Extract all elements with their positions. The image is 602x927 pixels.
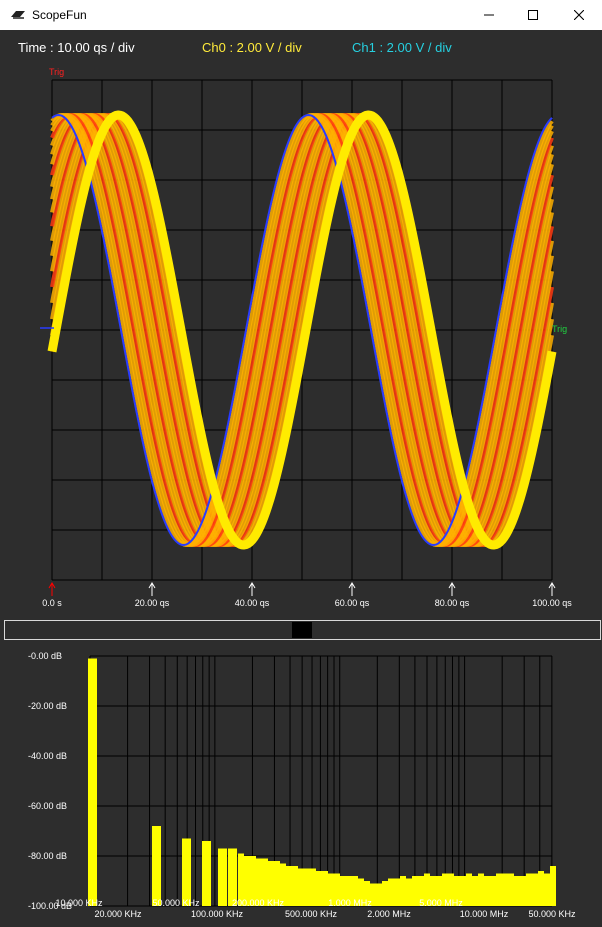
spectrum-bar [550,866,556,906]
spectrum-bar [514,876,520,906]
spectrum-bar [538,871,544,906]
time-tick-label: 80.00 qs [435,598,470,608]
spectrum-bar [472,876,478,906]
minimize-button[interactable] [466,0,512,30]
spectrum-bar [304,868,310,906]
spectrum-bar [394,878,400,906]
spectrum-bar [218,848,227,906]
spectrum-bar [400,876,406,906]
spectrum-x-label: 10.000 MHz [460,909,509,919]
spectrum-bars [88,658,556,906]
time-scrollbar[interactable] [4,620,601,640]
spectrum-x-label: 200.000 KHz [232,898,285,908]
time-tick-arrow [548,582,556,596]
spectrum-bar [484,876,490,906]
trigger-label: Trig [49,67,64,77]
spectrum-x-label: 2.000 MHz [367,909,411,919]
spectrum-bar [532,873,538,906]
trigger-level-label: Trig [552,324,567,334]
spectrum-bar [544,873,550,906]
spectrum-bar [388,878,394,906]
spectrum-bar [376,883,382,906]
time-tick-arrow [248,582,256,596]
spectrum-bar [298,868,304,906]
spectrum-bar [316,871,322,906]
time-tick-label: 100.00 qs [532,598,572,608]
scope-display[interactable]: Time : 10.00 qs / div Ch0 : 2.00 V / div… [0,30,602,927]
spectrum-bar [152,826,161,906]
time-tick-label: 40.00 qs [235,598,270,608]
spectrum-bar [502,873,508,906]
spectrum-x-label: 100.000 KHz [191,909,244,919]
time-tick-arrow [348,582,356,596]
scope-icon [11,11,25,19]
spectrum-x-label: 50.000 KHz [528,909,576,919]
time-tick-arrow [148,582,156,596]
spectrum-bar [382,881,388,906]
spectrum-bar [496,873,502,906]
spectrum-bar [202,841,211,906]
spectrum-x-label: 20.000 KHz [94,909,142,919]
time-domain-plot[interactable]: Trig Trig 0.0 s 20.00 qs 40.00 qs 60.00 qs 8… [0,30,602,927]
close-icon [574,10,584,20]
spectrum-bar [490,876,496,906]
spectrum-bar [412,876,418,906]
spectrum-y-label: -80.00 dB [28,851,67,861]
time-tick-label: 20.00 qs [135,598,170,608]
spectrum-y-label: -20.00 dB [28,701,67,711]
title-bar: ScopeFun [0,0,602,31]
spectrum-y-label: -40.00 dB [28,751,67,761]
minimize-icon [484,14,494,16]
spectrum-bar [508,873,514,906]
spectrum-x-label: 10.000 KHz [55,898,103,908]
close-button[interactable] [556,0,602,30]
spectrum-bar [322,871,328,906]
spectrum-x-label: 1.000 MHz [328,898,372,908]
spectrum-bar [286,866,292,906]
spectrum-x-label: 5.000 MHz [419,898,463,908]
time-tick-label: 0.0 s [42,598,62,608]
maximize-button[interactable] [510,0,556,30]
spectrum-y-label: -60.00 dB [28,801,67,811]
window-title: ScopeFun [32,8,87,22]
spectrum-bar [520,876,526,906]
spectrum-bar [466,873,472,906]
time-axis: 0.0 s 20.00 qs 40.00 qs 60.00 qs 80.00 qs 100… [42,582,572,608]
spectrum-bar [526,873,532,906]
time-tick-arrow [448,582,456,596]
spectrum-y-label: -0.00 dB [28,651,62,661]
spectrum-bar [292,866,298,906]
spectrum-x-label: 500.000 KHz [285,909,338,919]
spectrum-bar [478,873,484,906]
time-tick-arrow [48,582,56,596]
spectrum-bar [182,838,191,906]
time-tick-label: 60.00 qs [335,598,370,608]
spectrum-bar [310,868,316,906]
spectrum-x-label: 50.000 KHz [152,898,200,908]
spectrum-bar [406,878,412,906]
spectrum-bar [88,658,97,906]
maximize-icon [528,10,538,20]
scroll-thumb[interactable] [292,622,312,638]
